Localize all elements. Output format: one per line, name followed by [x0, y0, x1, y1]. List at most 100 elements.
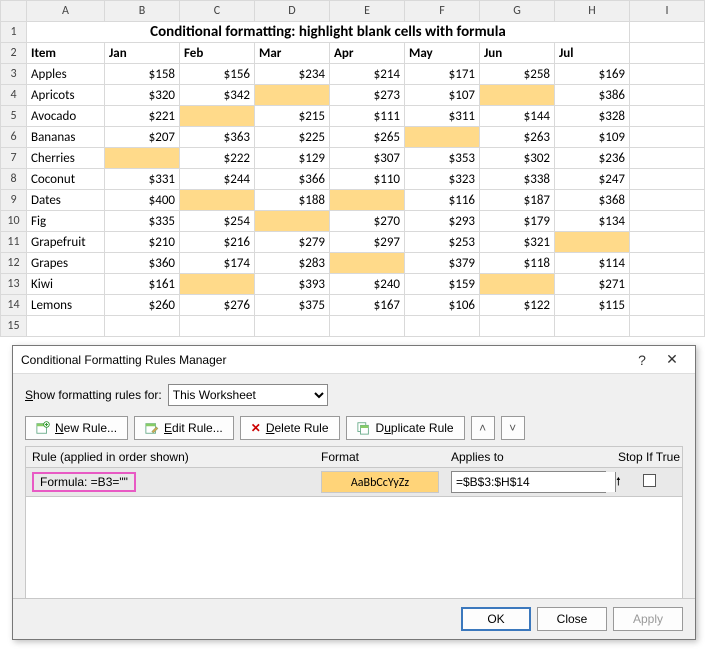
cell[interactable]: $393	[255, 274, 330, 295]
cell[interactable]: $258	[480, 64, 555, 85]
cell[interactable]: $353	[405, 148, 480, 169]
cell[interactable]: $129	[255, 148, 330, 169]
row-header[interactable]: 6	[1, 127, 27, 148]
cell[interactable]: $134	[555, 211, 630, 232]
row-header[interactable]: 13	[1, 274, 27, 295]
cell[interactable]: Feb	[180, 43, 255, 64]
delete-rule-button[interactable]: ✕ Delete Rule	[240, 416, 340, 440]
cell[interactable]: Fig	[27, 211, 105, 232]
cell[interactable]: $240	[330, 274, 405, 295]
cell[interactable]: Lemons	[27, 295, 105, 316]
cell[interactable]: $360	[105, 253, 180, 274]
cell[interactable]: Apr	[330, 43, 405, 64]
cell[interactable]: $207	[105, 127, 180, 148]
ok-button[interactable]: OK	[461, 607, 531, 631]
cell[interactable]	[180, 274, 255, 295]
cell[interactable]	[630, 190, 705, 211]
cell[interactable]: $222	[180, 148, 255, 169]
cell[interactable]: $335	[105, 211, 180, 232]
stop-if-true-checkbox[interactable]	[643, 474, 656, 487]
cell[interactable]: Coconut	[27, 169, 105, 190]
cell[interactable]	[630, 43, 705, 64]
cell[interactable]: $115	[555, 295, 630, 316]
cell[interactable]: Dates	[27, 190, 105, 211]
cell[interactable]	[630, 232, 705, 253]
cell[interactable]	[630, 211, 705, 232]
cell[interactable]: $174	[180, 253, 255, 274]
row-header[interactable]: 3	[1, 64, 27, 85]
close-button[interactable]: Close	[537, 607, 607, 631]
cell[interactable]: $107	[405, 85, 480, 106]
help-icon[interactable]: ?	[627, 352, 657, 368]
cell[interactable]: $169	[555, 64, 630, 85]
cell[interactable]	[405, 127, 480, 148]
row-header[interactable]: 1	[1, 22, 27, 43]
cell[interactable]: $118	[480, 253, 555, 274]
cell[interactable]	[555, 232, 630, 253]
spreadsheet-grid[interactable]: A B C D E F G H I 1Conditional formattin…	[0, 0, 705, 337]
cell[interactable]	[405, 316, 480, 337]
cell[interactable]	[630, 274, 705, 295]
rule-row[interactable]: Formula: =B3="" AaBbCcYyZz 🠕	[25, 467, 683, 497]
row-header[interactable]: 9	[1, 190, 27, 211]
cell[interactable]: Jul	[555, 43, 630, 64]
cell[interactable]: $111	[330, 106, 405, 127]
cell[interactable]	[330, 190, 405, 211]
cell[interactable]: $214	[330, 64, 405, 85]
cell[interactable]	[630, 148, 705, 169]
cell[interactable]	[180, 190, 255, 211]
cell[interactable]: $116	[405, 190, 480, 211]
cell[interactable]: $234	[255, 64, 330, 85]
cell[interactable]: $179	[480, 211, 555, 232]
cell[interactable]	[330, 253, 405, 274]
cell[interactable]: $110	[330, 169, 405, 190]
col-header[interactable]: H	[555, 1, 630, 22]
cell[interactable]: $375	[255, 295, 330, 316]
cell[interactable]: Kiwi	[27, 274, 105, 295]
cell[interactable]: May	[405, 43, 480, 64]
cell[interactable]: Avocado	[27, 106, 105, 127]
cell[interactable]	[330, 316, 405, 337]
cell[interactable]: $210	[105, 232, 180, 253]
cell[interactable]	[180, 316, 255, 337]
row-header[interactable]: 11	[1, 232, 27, 253]
cell[interactable]: $283	[255, 253, 330, 274]
cell[interactable]: Grapefruit	[27, 232, 105, 253]
row-header[interactable]: 7	[1, 148, 27, 169]
move-down-button[interactable]: ˅	[501, 416, 525, 440]
cell[interactable]: $307	[330, 148, 405, 169]
cell[interactable]	[105, 148, 180, 169]
cell[interactable]: Mar	[255, 43, 330, 64]
col-header[interactable]: B	[105, 1, 180, 22]
cell[interactable]: $311	[405, 106, 480, 127]
cell[interactable]: $342	[180, 85, 255, 106]
select-all-corner[interactable]	[1, 1, 27, 22]
col-header[interactable]: G	[480, 1, 555, 22]
cell[interactable]: $379	[405, 253, 480, 274]
cell[interactable]: Cherries	[27, 148, 105, 169]
cell[interactable]	[105, 316, 180, 337]
cell[interactable]	[480, 316, 555, 337]
cell[interactable]: $400	[105, 190, 180, 211]
cell[interactable]: $144	[480, 106, 555, 127]
cell[interactable]: $273	[330, 85, 405, 106]
col-header[interactable]: D	[255, 1, 330, 22]
cell[interactable]: $236	[555, 148, 630, 169]
cell[interactable]: $254	[180, 211, 255, 232]
row-header[interactable]: 12	[1, 253, 27, 274]
col-header[interactable]: F	[405, 1, 480, 22]
cell[interactable]: $368	[555, 190, 630, 211]
cell[interactable]: $216	[180, 232, 255, 253]
row-header[interactable]: 10	[1, 211, 27, 232]
cell[interactable]: $171	[405, 64, 480, 85]
cell[interactable]: $263	[480, 127, 555, 148]
cell[interactable]: $331	[105, 169, 180, 190]
col-header[interactable]: E	[330, 1, 405, 22]
cell[interactable]: $106	[405, 295, 480, 316]
cell[interactable]: $188	[255, 190, 330, 211]
row-header[interactable]: 4	[1, 85, 27, 106]
cell[interactable]	[27, 316, 105, 337]
cell[interactable]	[630, 64, 705, 85]
cell[interactable]	[630, 253, 705, 274]
cell[interactable]	[630, 85, 705, 106]
